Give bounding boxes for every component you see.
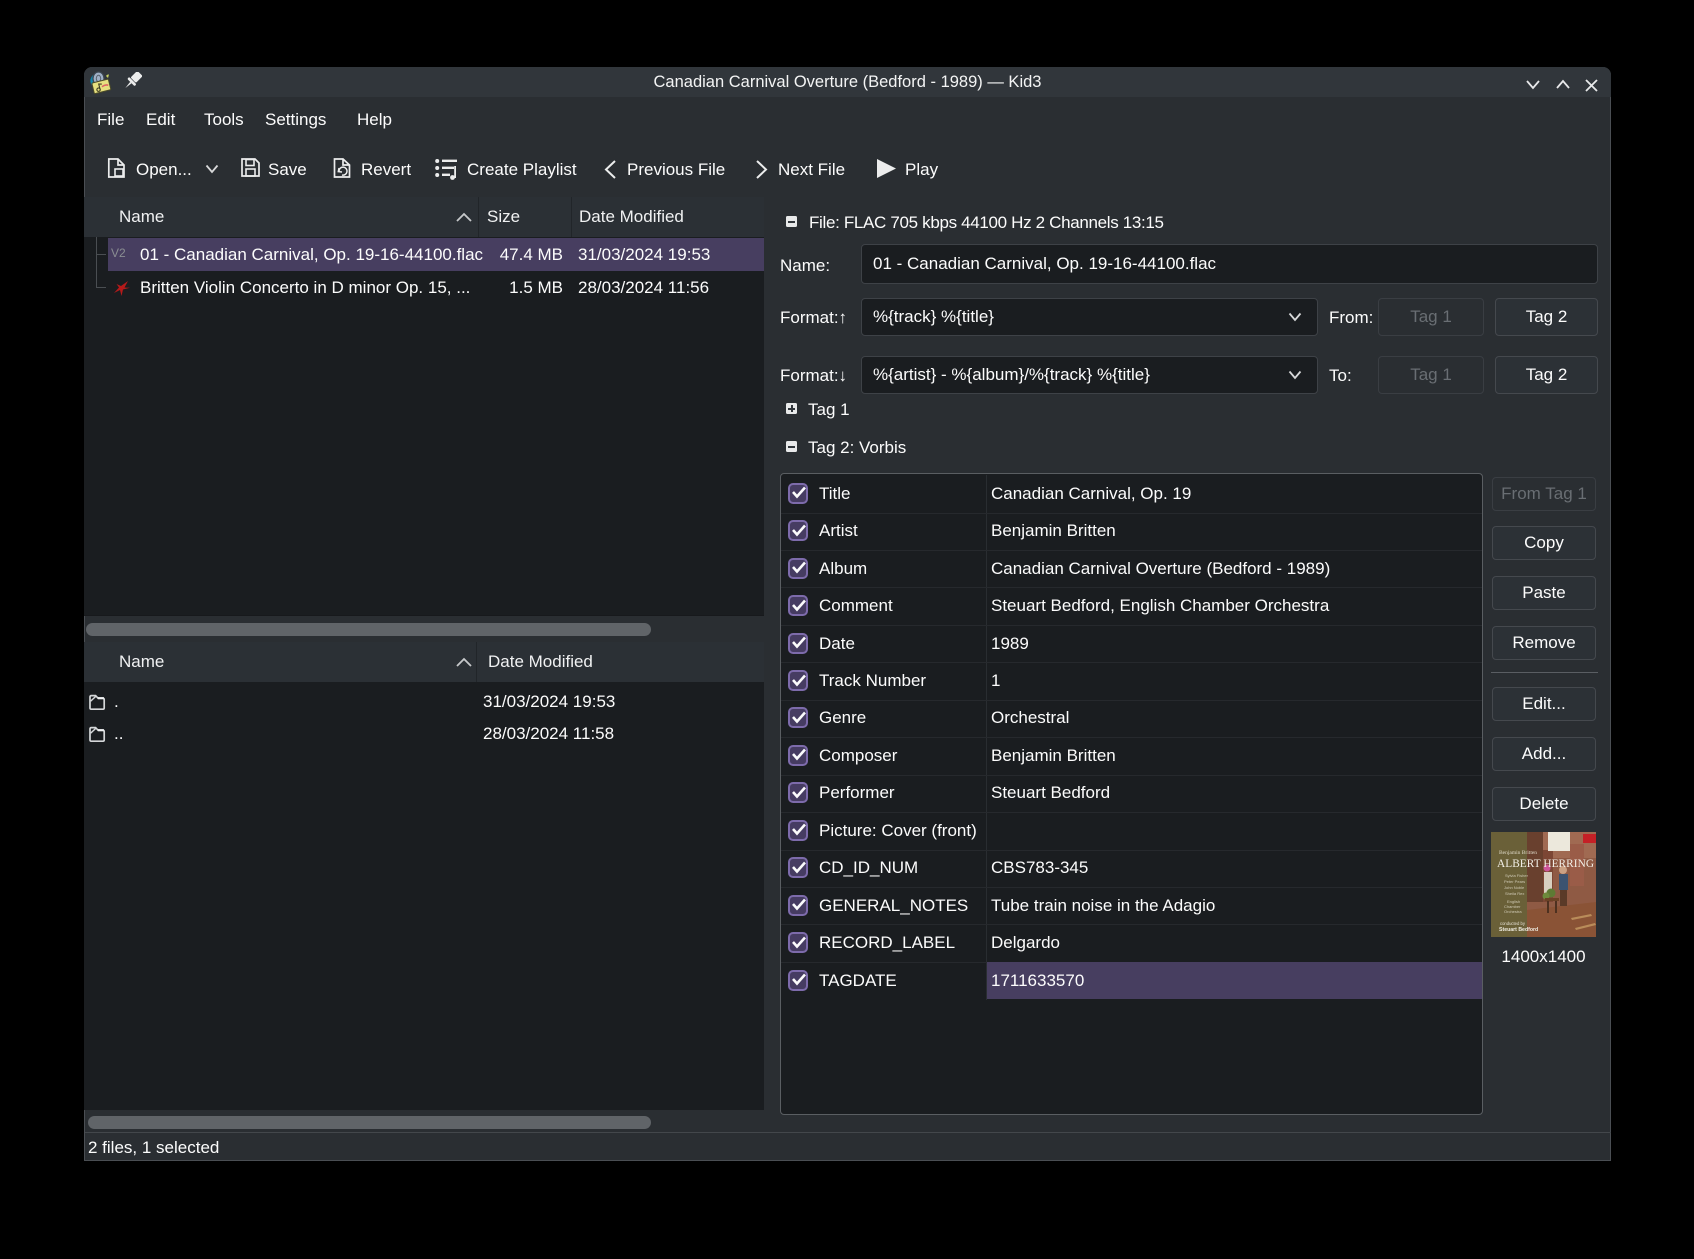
svg-text:John Noble: John Noble [1504, 885, 1525, 890]
svg-text:ALBERT HERRING: ALBERT HERRING [1497, 858, 1594, 870]
svg-text:Peter Pears: Peter Pears [1504, 879, 1525, 884]
svg-text:Orchestra: Orchestra [1504, 909, 1522, 914]
svg-text:Sylvia Fisher: Sylvia Fisher [1505, 873, 1529, 878]
svg-text:Benjamin Britten: Benjamin Britten [1499, 850, 1537, 856]
svg-text:Steuart Bedford: Steuart Bedford [1499, 927, 1538, 933]
svg-text:Sheila Rex: Sheila Rex [1505, 891, 1524, 896]
svg-text:conducted by: conducted by [1500, 921, 1526, 926]
